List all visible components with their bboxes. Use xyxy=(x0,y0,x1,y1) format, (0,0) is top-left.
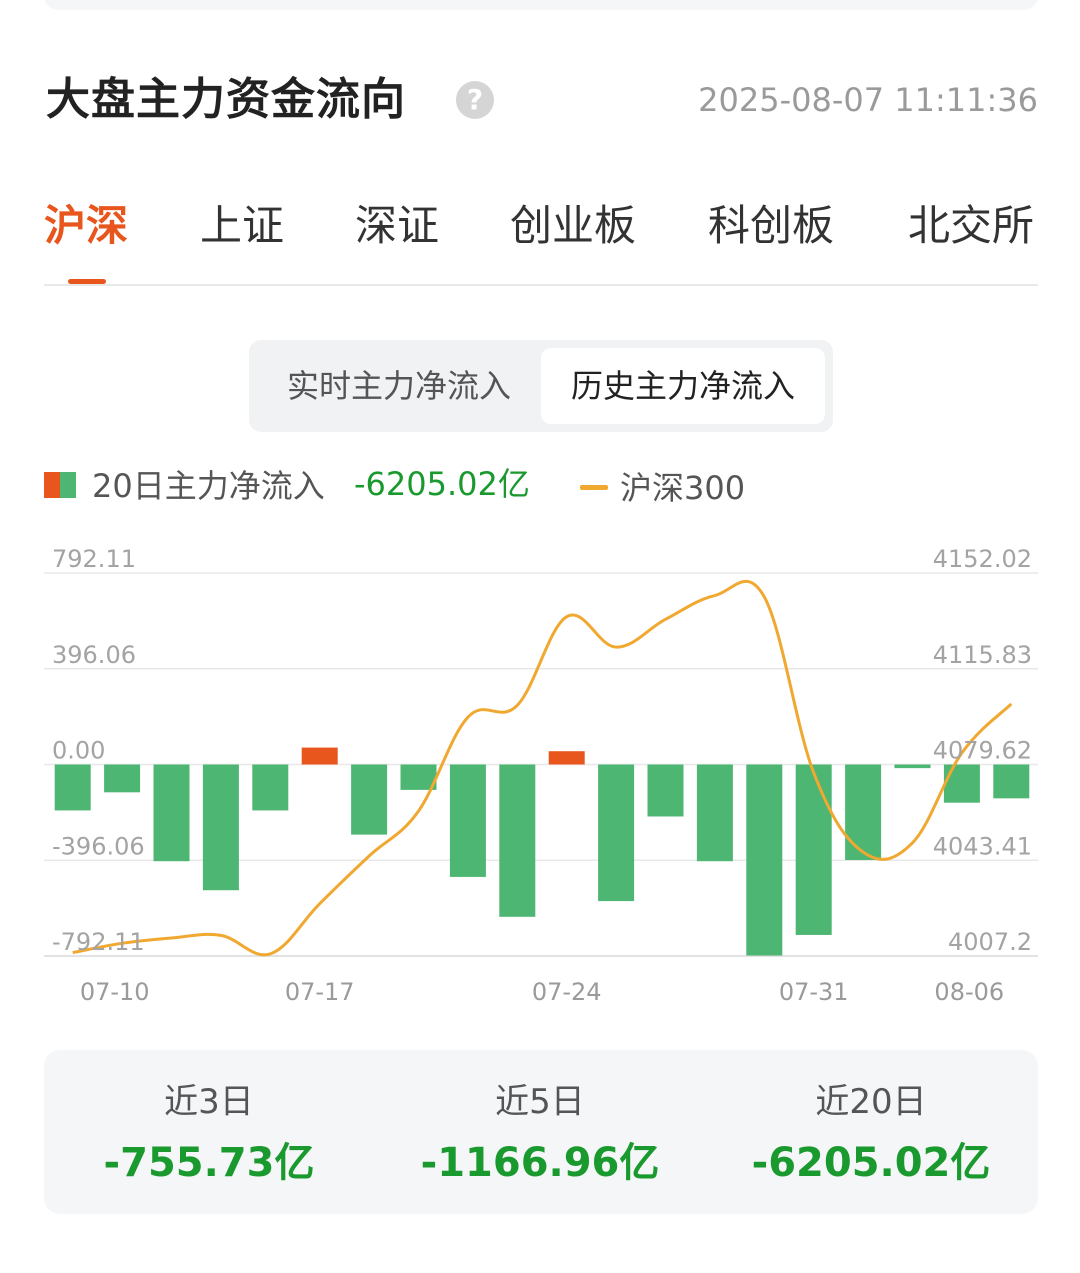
flow-bar xyxy=(449,764,486,877)
flow-bar xyxy=(696,764,733,862)
summary-5d: 近5日 -1166.96亿 xyxy=(375,1050,705,1214)
flow-legend-swatch xyxy=(44,472,76,498)
right-axis-label: 4043.41 xyxy=(933,832,1032,860)
tab-label: 北交所 xyxy=(908,201,1035,250)
summary-3d: 近3日 -755.73亿 xyxy=(44,1050,374,1214)
flow-legend-label: 20日主力净流入 xyxy=(92,467,325,505)
tab-shangzheng[interactable]: 上证 xyxy=(200,196,284,256)
outflow-swatch xyxy=(60,472,76,498)
flow-bar xyxy=(153,764,190,862)
tab-kechuangban[interactable]: 科创板 xyxy=(708,196,834,256)
inflow-swatch xyxy=(44,472,60,498)
tab-beijiaosuo[interactable]: 北交所 xyxy=(908,196,1034,256)
flow-bar xyxy=(252,764,289,811)
flow-bar xyxy=(845,764,882,860)
flow-bar xyxy=(54,764,91,811)
tab-chuangyeban[interactable]: 创业板 xyxy=(510,196,636,256)
history-flow-button[interactable]: 历史主力净流入 xyxy=(541,348,825,424)
summary-label: 近3日 xyxy=(164,1082,254,1122)
flow-bar xyxy=(795,764,832,935)
tab-label: 深证 xyxy=(355,201,440,250)
page-title: 大盘主力资金流向 xyxy=(46,74,406,125)
right-axis-label: 4115.83 xyxy=(933,641,1032,669)
chart-legend: 20日主力净流入 -6205.02亿 沪深300 xyxy=(44,460,1038,512)
tab-label: 上证 xyxy=(200,201,285,250)
previous-card-edge xyxy=(44,0,1038,10)
tab-label: 沪深 xyxy=(44,201,129,250)
flow-legend-value: -6205.02亿 xyxy=(354,465,530,503)
summary-value: -755.73亿 xyxy=(103,1140,315,1186)
x-axis-label: 08-06 xyxy=(934,978,1004,1006)
summary-value: -6205.02亿 xyxy=(751,1140,991,1186)
flow-bar xyxy=(548,751,585,765)
summary-value: -1166.96亿 xyxy=(420,1140,660,1186)
tab-hushen[interactable]: 沪深 xyxy=(44,196,128,256)
summary-card: 近3日 -755.73亿 近5日 -1166.96亿 近20日 -6205.02… xyxy=(44,1050,1038,1214)
help-icon[interactable]: ? xyxy=(456,81,494,119)
x-axis-label: 07-10 xyxy=(80,978,150,1006)
market-tabs: 沪深 上证 深证 创业板 科创板 北交所 xyxy=(44,190,1038,286)
flow-bar xyxy=(351,764,388,835)
realtime-flow-button[interactable]: 实时主力净流入 xyxy=(257,348,541,424)
section-header: 大盘主力资金流向 ? 2025-08-07 11:11:36 xyxy=(46,70,1038,130)
summary-20d: 近20日 -6205.02亿 xyxy=(706,1050,1036,1214)
x-axis-label: 07-24 xyxy=(532,978,602,1006)
index-legend-line xyxy=(580,485,608,490)
flow-bar xyxy=(993,764,1030,799)
left-axis-label: 396.06 xyxy=(52,641,136,669)
active-tab-indicator xyxy=(68,279,106,284)
summary-label: 近5日 xyxy=(495,1082,585,1122)
flow-bar xyxy=(104,764,141,793)
tab-label: 创业板 xyxy=(510,201,637,250)
flow-bar xyxy=(746,764,783,956)
flow-bar xyxy=(647,764,684,817)
flow-bar xyxy=(499,764,536,917)
flow-bar xyxy=(598,764,635,902)
left-axis-label: -792.11 xyxy=(52,928,145,956)
flow-chart: 792.11 396.06 0.00 -396.06 -792.11 4152.02 411… xyxy=(44,545,1038,1006)
flow-bar xyxy=(301,747,338,765)
left-axis-label: 0.00 xyxy=(52,737,105,765)
tab-label: 科创板 xyxy=(708,201,835,250)
flow-bar xyxy=(943,764,980,803)
index-legend-label: 沪深300 xyxy=(620,469,746,507)
flow-type-switch: 实时主力净流入 历史主力净流入 xyxy=(249,340,833,432)
update-timestamp: 2025-08-07 11:11:36 xyxy=(698,81,1038,119)
x-axis-label: 07-17 xyxy=(285,978,355,1006)
left-axis-label: 792.11 xyxy=(52,545,136,573)
summary-label: 近20日 xyxy=(815,1082,927,1122)
x-axis-label: 07-31 xyxy=(779,978,849,1006)
right-axis-label: 4079.62 xyxy=(933,737,1032,765)
right-axis-label: 4152.02 xyxy=(933,545,1032,573)
flow-bar xyxy=(894,764,931,769)
left-axis-label: -396.06 xyxy=(52,832,145,860)
right-axis-label: 4007.2 xyxy=(948,928,1032,956)
tab-shenzheng[interactable]: 深证 xyxy=(355,196,439,256)
flow-bar xyxy=(202,764,239,891)
